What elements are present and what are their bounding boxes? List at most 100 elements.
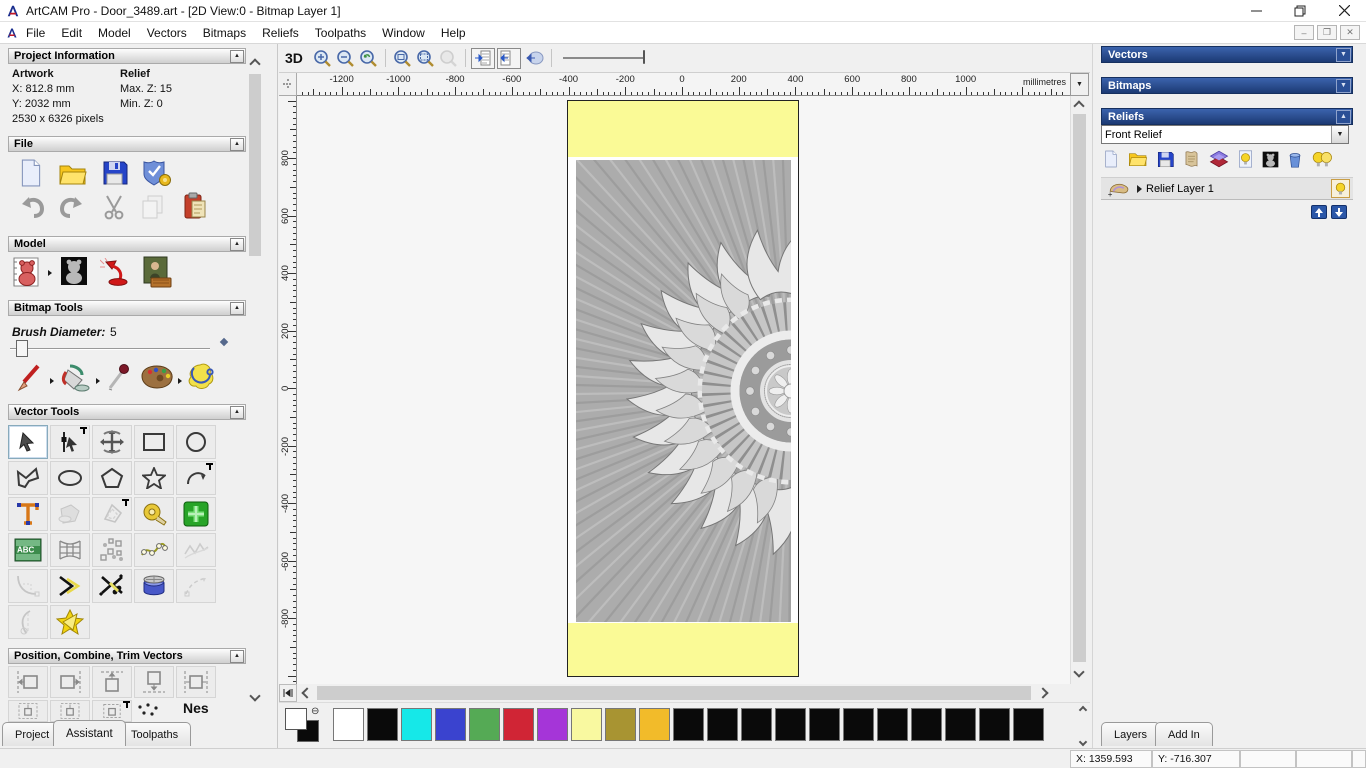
zoom-out-icon[interactable] <box>334 47 357 69</box>
colour-swatch[interactable] <box>707 708 738 741</box>
text-on-curve-tool[interactable]: ABC <box>8 533 48 567</box>
close-button[interactable] <box>1322 0 1366 21</box>
minimize-button[interactable] <box>1234 0 1278 21</box>
colour-swatch[interactable] <box>673 708 704 741</box>
view-3d-button[interactable]: 3D <box>285 50 303 66</box>
cut-icon[interactable] <box>102 194 126 220</box>
create-star-tool[interactable] <box>134 461 174 495</box>
colour-swatch[interactable] <box>1013 708 1044 741</box>
new-model-icon[interactable] <box>18 159 44 187</box>
delete-relief-layer-icon[interactable] <box>1288 151 1302 168</box>
distort-vectors-tool[interactable] <box>50 533 90 567</box>
project-information-header[interactable]: Project Information ▲ <box>8 48 246 64</box>
primary-colour-swatch[interactable] <box>285 708 307 730</box>
wrap-vectors-tool[interactable] <box>50 605 90 639</box>
layer-visibility-toggle[interactable] <box>1331 179 1350 198</box>
toggle-all-layers-icon[interactable] <box>1311 150 1333 168</box>
2d-view-canvas[interactable] <box>297 96 1070 684</box>
fillet-tool[interactable] <box>8 569 48 603</box>
colour-swatch[interactable] <box>945 708 976 741</box>
bitmap-tools-header[interactable]: Bitmap Tools ▲ <box>8 300 246 316</box>
scrollbar-thumb[interactable] <box>249 74 261 256</box>
menu-toolpaths[interactable]: Toolpaths <box>307 24 374 42</box>
colour-swatch[interactable] <box>537 708 568 741</box>
palette-scroll-up-icon[interactable] <box>1078 705 1088 715</box>
create-text-tool[interactable] <box>8 497 48 531</box>
scroll-down-icon[interactable] <box>249 690 261 702</box>
collapse-panel-button[interactable]: ▲ <box>1336 109 1351 124</box>
assistant-scrollbar[interactable] <box>248 52 263 704</box>
lighting-icon[interactable] <box>100 258 130 286</box>
zoom-objects-icon[interactable] <box>414 47 437 69</box>
zoom-selection-icon[interactable] <box>437 47 460 69</box>
colour-swatch[interactable] <box>741 708 772 741</box>
vectors-panel-header[interactable]: Vectors ▼ <box>1101 46 1353 63</box>
relief-clipart-icon[interactable] <box>1183 150 1200 168</box>
colour-swatch[interactable] <box>605 708 636 741</box>
menu-window[interactable]: Window <box>374 24 433 42</box>
envelope-distortion-tool[interactable] <box>134 569 174 603</box>
nesting-dots-icon[interactable] <box>136 702 162 718</box>
create-polygon-tool[interactable] <box>92 461 132 495</box>
join-vectors-tool[interactable] <box>50 569 90 603</box>
colour-swatch[interactable] <box>911 708 942 741</box>
toggle-bitmap-view-button[interactable] <box>470 47 495 69</box>
bitmap-contrast-slider[interactable] <box>562 48 655 68</box>
reliefs-panel-header[interactable]: Reliefs ▲ <box>1101 108 1353 125</box>
flood-fill-icon[interactable] <box>60 364 92 392</box>
colour-swatch[interactable] <box>367 708 398 741</box>
collapse-section-button[interactable]: ▲ <box>230 237 244 251</box>
menu-vectors[interactable]: Vectors <box>139 24 195 42</box>
colour-palette-icon[interactable] <box>140 364 174 390</box>
previous-view-icon[interactable] <box>523 47 546 69</box>
zoom-window-icon[interactable] <box>391 47 414 69</box>
toggle-vector-view-button[interactable] <box>496 47 521 69</box>
center-vectors-tool[interactable] <box>176 666 216 698</box>
paste-array-tool[interactable] <box>92 700 132 722</box>
link-colours-icon[interactable]: ⊖ <box>311 706 319 717</box>
ruler-units-dropdown[interactable]: ▼ <box>1070 73 1089 96</box>
paint-brush-icon[interactable] <box>16 364 44 392</box>
collapse-section-button[interactable]: ▲ <box>230 137 244 151</box>
flyout-arrow-icon[interactable] <box>50 378 54 384</box>
copy-icon[interactable] <box>140 194 166 220</box>
new-relief-layer-icon[interactable] <box>1103 150 1119 168</box>
scrollbar-thumb[interactable] <box>317 686 1031 700</box>
colour-swatch[interactable] <box>775 708 806 741</box>
menu-file[interactable]: File <box>18 24 53 42</box>
smooth-spline-tool[interactable] <box>176 533 216 567</box>
section-vectors-tool[interactable] <box>8 605 48 639</box>
block-paste-tool[interactable] <box>50 497 90 531</box>
relief-layer-row[interactable]: + Relief Layer 1 <box>1101 177 1353 200</box>
create-rectangle-tool[interactable] <box>134 425 174 459</box>
paste-along-curve-tool[interactable] <box>92 533 132 567</box>
open-relief-icon[interactable] <box>1128 151 1148 167</box>
colour-swatch[interactable] <box>639 708 670 741</box>
create-vector-boundary-tool[interactable] <box>176 497 216 531</box>
transform-vectors-tool[interactable] <box>92 425 132 459</box>
layer-visibility-icon[interactable] <box>1238 150 1253 168</box>
colour-swatch[interactable] <box>571 708 602 741</box>
zoom-previous-icon[interactable] <box>357 47 380 69</box>
colour-swatch[interactable] <box>401 708 432 741</box>
scroll-up-icon[interactable] <box>1073 100 1085 112</box>
menu-reliefs[interactable]: Reliefs <box>254 24 307 42</box>
tab-layers[interactable]: Layers <box>1101 722 1161 746</box>
bitmaps-panel-header[interactable]: Bitmaps ▼ <box>1101 77 1353 94</box>
brush-diameter-slider-track[interactable] <box>10 348 210 350</box>
spline-tools-tool[interactable] <box>176 569 216 603</box>
tab-assistant[interactable]: Assistant <box>53 720 126 746</box>
colour-swatch[interactable] <box>843 708 874 741</box>
save-relief-icon[interactable] <box>1157 151 1174 168</box>
tab-toolpaths[interactable]: Toolpaths <box>118 722 192 746</box>
door-artwork[interactable] <box>567 100 799 677</box>
mdi-minimize-button[interactable]: – <box>1294 25 1314 40</box>
ruler-origin-button[interactable] <box>279 73 297 96</box>
scroll-right-icon[interactable] <box>1037 687 1049 699</box>
dropdown-arrow-icon[interactable]: ▼ <box>1331 126 1348 143</box>
primary-secondary-colour-selector[interactable]: ⊖ <box>285 706 325 744</box>
relief-layer-name[interactable]: Relief Layer 1 <box>1146 183 1214 195</box>
create-polyline-tool[interactable] <box>8 461 48 495</box>
load-bitmap-icon[interactable] <box>142 256 172 288</box>
relief-layer-thumbnail-icon[interactable]: + <box>1107 180 1131 198</box>
